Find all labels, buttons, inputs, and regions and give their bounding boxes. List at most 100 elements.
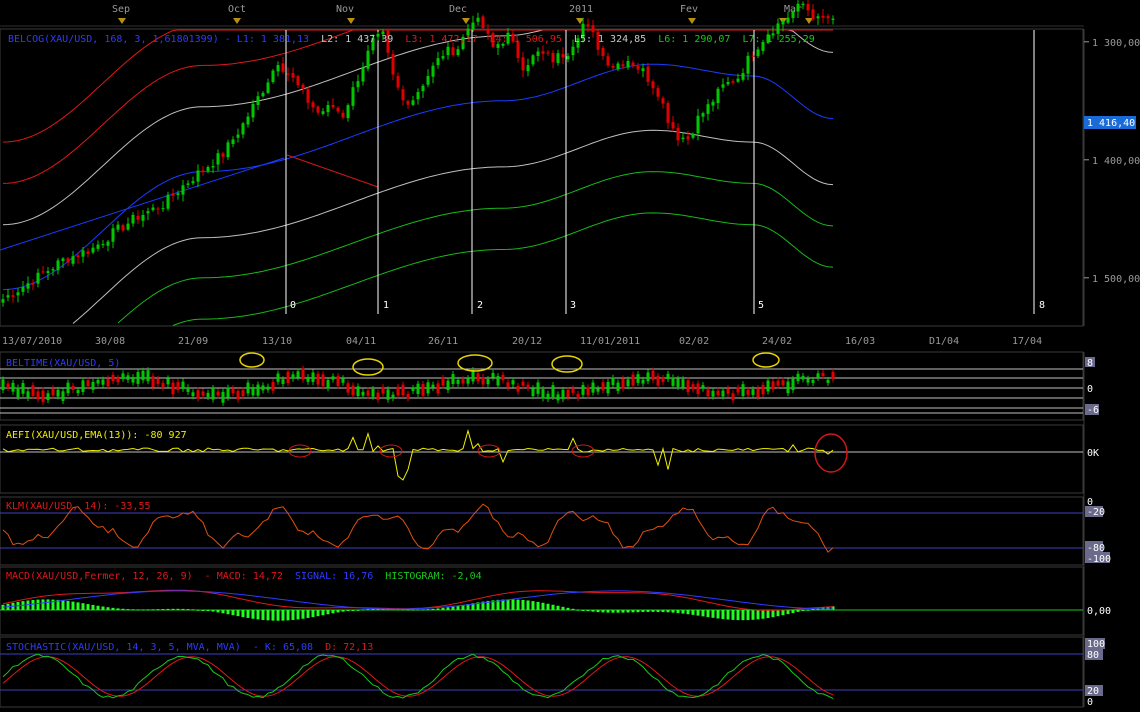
beltime-body <box>446 380 450 391</box>
macd-histogram-bar <box>46 599 50 610</box>
candle-body <box>676 127 680 141</box>
beltime-body <box>166 378 170 385</box>
candle-body <box>806 4 810 11</box>
beltime-body <box>811 379 815 383</box>
macd-histogram-bar <box>156 609 160 611</box>
beltime-body <box>381 386 385 394</box>
macd-histogram-bar <box>526 600 530 610</box>
beltime-body <box>291 374 295 379</box>
beltime-body <box>31 385 35 396</box>
legend-l7: L7: 1 255,29 <box>742 34 814 45</box>
beltime-body <box>616 382 620 392</box>
macd-histogram-bar <box>741 610 745 621</box>
macd-axis-label: 0,00 <box>1087 606 1111 617</box>
beltime-body <box>126 375 130 380</box>
beltime-body <box>676 378 680 387</box>
candle-body <box>206 166 210 172</box>
macd-histogram-bar <box>686 610 690 615</box>
macd-histogram-bar <box>551 604 555 610</box>
candle-body <box>631 62 635 67</box>
candle-body <box>131 214 135 224</box>
macd-histogram-bar <box>131 609 135 611</box>
macd-histogram-bar <box>576 609 580 611</box>
klm-title: KLM(XAU/USD, 14): -33,55 <box>6 501 151 512</box>
date-label: 04/11 <box>346 336 376 347</box>
macd-histogram-bar <box>536 601 540 610</box>
macd-histogram-bar <box>561 606 565 610</box>
candle-body <box>796 3 800 12</box>
beltime-body <box>571 388 575 393</box>
candle-body <box>551 52 555 63</box>
candle-body <box>741 73 745 80</box>
candle-body <box>181 185 185 195</box>
macd-histogram-bar <box>431 608 435 610</box>
price-tick-label: 1 400,00 <box>1092 156 1140 167</box>
candle-body <box>686 136 690 140</box>
beltime-body <box>116 377 120 383</box>
chart-canvas[interactable]: Sep Oct Nov Dec 2011 Fev Mar 1 500,001 4… <box>0 0 1140 708</box>
macd-histogram-bar <box>251 610 255 619</box>
macd-histogram-bar <box>91 604 95 610</box>
beltime-body <box>476 373 480 382</box>
beltime-body <box>766 380 770 392</box>
macd-histogram-bar <box>256 610 260 620</box>
beltime-body <box>91 381 95 390</box>
candle-body <box>266 82 270 93</box>
candle-body <box>776 23 780 34</box>
candle-body <box>291 72 295 78</box>
beltime-body <box>361 391 365 396</box>
beltime-body <box>306 376 310 382</box>
beltime-body <box>141 370 145 381</box>
candle-body <box>81 250 85 257</box>
macd-histogram-bar <box>316 610 320 617</box>
macd-histogram-bar <box>136 609 140 611</box>
macd-histogram-bar <box>211 610 215 612</box>
macd-histogram-bar <box>786 610 790 615</box>
macd-histogram-bar <box>621 610 625 613</box>
macd-histogram-bar <box>181 608 185 610</box>
macd-histogram-bar <box>271 610 275 621</box>
candle-body <box>671 122 675 129</box>
beltime-body <box>781 380 785 386</box>
beltime-body <box>41 390 45 402</box>
macd-histogram-bar <box>356 609 360 611</box>
beltime-body <box>456 379 460 384</box>
macd-histogram-bar <box>801 610 805 611</box>
macd-histogram-bar <box>151 609 155 611</box>
macd-histogram-bar <box>586 610 590 612</box>
candle-body <box>756 49 760 57</box>
candle-body <box>736 78 740 82</box>
beltime-body <box>506 382 510 388</box>
candle-body <box>651 81 655 89</box>
beltime-body <box>546 393 550 399</box>
macd-histogram-bar <box>371 609 375 611</box>
beltime-body <box>216 391 220 396</box>
beltime-body <box>486 379 490 385</box>
beltime-body <box>776 380 780 386</box>
macd-histogram-bar <box>611 610 615 613</box>
macd-histogram-bar <box>506 599 510 610</box>
beltime-body <box>581 384 585 395</box>
macd-histogram-bar <box>246 610 250 618</box>
macd-histogram-bar <box>111 607 115 610</box>
beltime-body <box>256 384 260 396</box>
background <box>0 0 1140 708</box>
beltime-body <box>566 389 570 398</box>
beltime-body <box>561 389 565 400</box>
beltime-body <box>631 374 635 386</box>
beltime-body <box>326 380 330 389</box>
candle-body <box>251 103 255 118</box>
beltime-body <box>491 372 495 378</box>
macd-histogram-bar <box>711 610 715 618</box>
macd-histogram-bar <box>631 610 635 613</box>
macd-histogram-bar <box>81 603 85 610</box>
macd-histogram-bar <box>421 609 425 611</box>
candle-body <box>481 16 485 29</box>
macd-histogram-bar <box>776 610 780 617</box>
macd-histogram-bar <box>426 609 430 611</box>
macd-histogram-bar <box>696 610 700 616</box>
candle-body <box>311 102 315 108</box>
macd-histogram-bar <box>596 610 600 613</box>
candle-body <box>271 70 275 83</box>
candle-body <box>41 271 45 273</box>
